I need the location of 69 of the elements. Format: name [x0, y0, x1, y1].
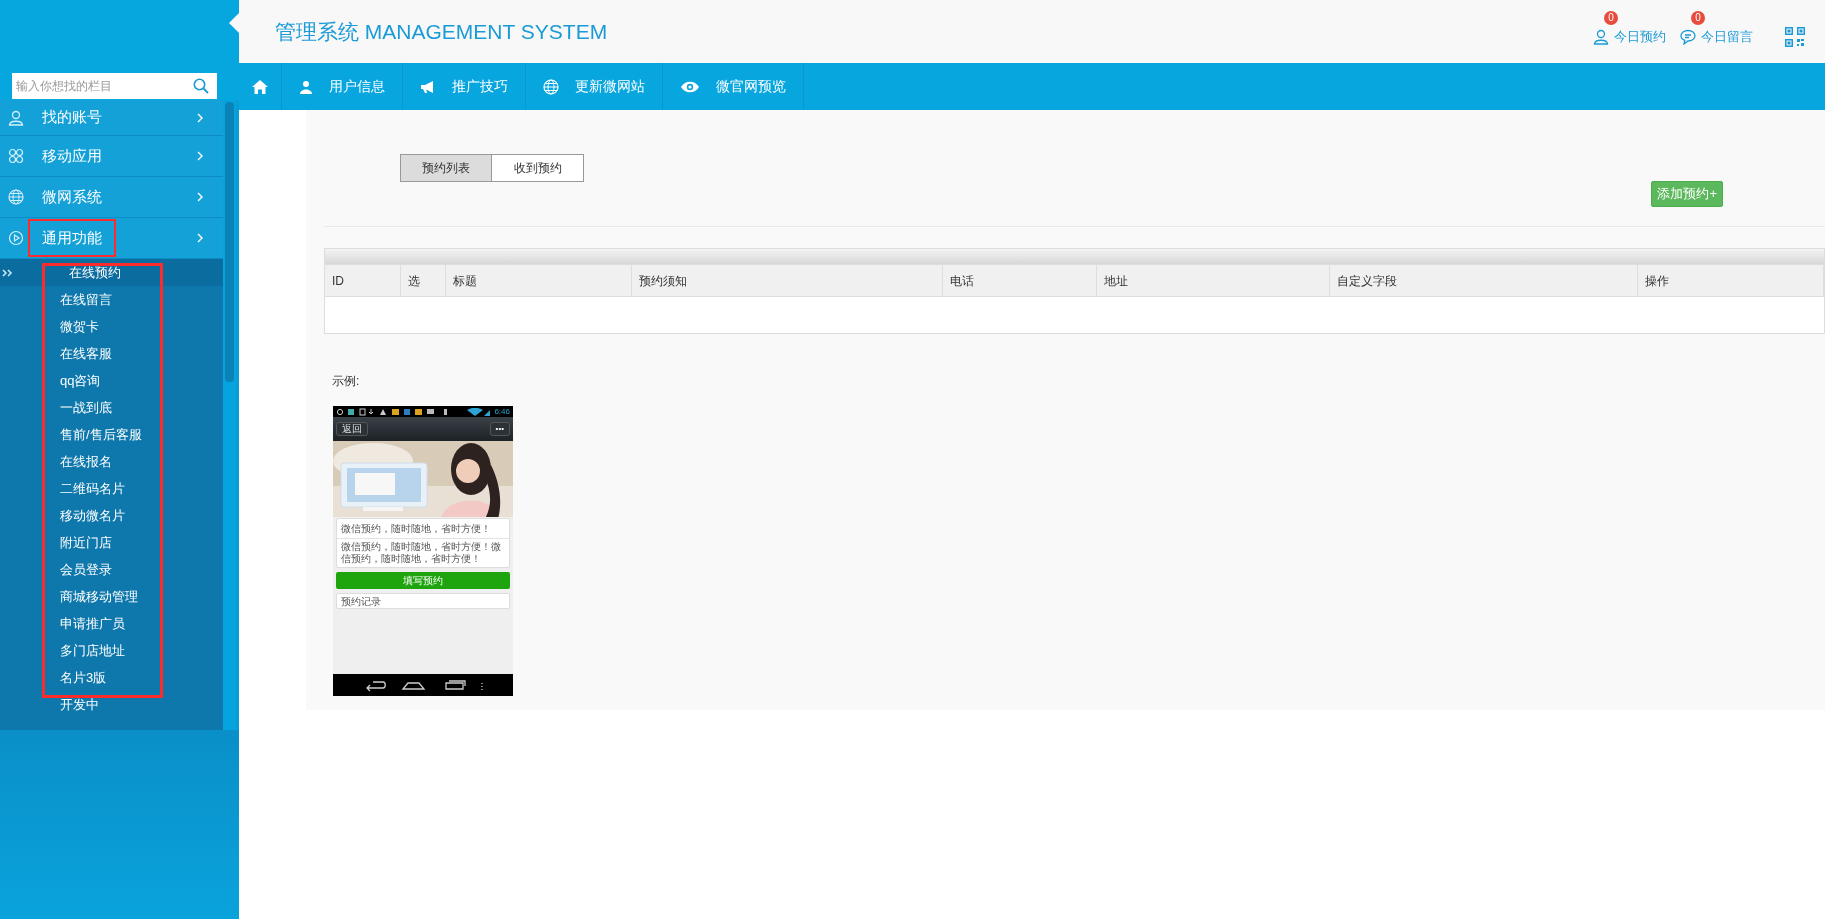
search-field[interactable]: 输入你想找的栏目 [12, 73, 217, 99]
column-header: 选 [401, 265, 447, 296]
fill-in-button[interactable]: 填写预约 [336, 572, 510, 589]
qr-code-icon [1785, 26, 1805, 47]
submenu-item[interactable]: qq咨询 [0, 367, 223, 394]
submenu-item[interactable]: 二维码名片 [0, 475, 223, 502]
globe-icon [543, 78, 559, 95]
home-icon [251, 78, 269, 95]
tab[interactable]: 收到预约 [492, 154, 584, 182]
sidebar-menu-item[interactable]: 移动应用 [0, 136, 223, 177]
menu-label: 移动应用 [41, 145, 103, 166]
count-badge: 0 [1691, 10, 1705, 25]
submenu-item[interactable]: 微贺卡 [0, 313, 223, 340]
submenu-item[interactable]: 移动微名片 [0, 502, 223, 529]
eye-icon [680, 80, 700, 93]
chevron-icon [197, 151, 203, 161]
card-description: 微信预约，随时随地，省时方便！微信预约，随时随地，省时方便！ [340, 540, 502, 566]
submenu-item[interactable]: 售前/售后客服 [0, 421, 223, 448]
submenu-item[interactable]: 在线留言 [0, 286, 223, 313]
column-header: ID [325, 265, 402, 296]
submenu-item[interactable]: 商城移动管理 [0, 583, 223, 610]
megaphone-icon [420, 79, 436, 94]
count-badge: 0 [1604, 10, 1618, 25]
example-label: 示例: [332, 373, 361, 390]
user-icon [299, 79, 313, 94]
chat-icon [1680, 28, 1696, 45]
submenu-item[interactable]: 申请推广员 [0, 610, 223, 637]
submenu-item[interactable]: 在线报名 [0, 448, 223, 475]
back-button[interactable]: 返回 [336, 422, 368, 436]
user-icon [1593, 28, 1609, 45]
chevron-icon [197, 112, 203, 123]
submenu-item[interactable]: 附近门店 [0, 529, 223, 556]
header-link[interactable]: 今日留言 [1701, 26, 1753, 47]
menu-label: 找的账号 [41, 107, 103, 128]
chevron-icon [197, 233, 203, 243]
signal-icon [466, 407, 493, 416]
column-header: 标题 [446, 265, 633, 296]
submenu-item[interactable]: 在线客服 [0, 340, 223, 367]
submenu-item[interactable]: 开发中 [0, 691, 223, 718]
column-header: 操作 [1638, 265, 1824, 296]
header-link[interactable]: 今日预约 [1614, 26, 1666, 47]
column-header: 自定义字段 [1329, 265, 1639, 296]
globe-icon [8, 189, 24, 205]
chevron-icon [197, 192, 203, 202]
status-time: 6:46 [494, 407, 510, 416]
apps-icon [8, 148, 24, 164]
app-title: 管理系统 MANAGEMENT SYSTEM [275, 18, 608, 45]
search-icon [193, 78, 209, 94]
column-header: 电话 [942, 265, 1098, 296]
tab[interactable]: 预约列表 [400, 154, 492, 182]
menu-label: 微网系统 [41, 186, 103, 207]
double-chevron-icon [2, 269, 14, 277]
add-button[interactable]: 添加预约+ [1651, 181, 1723, 207]
card-headline: 微信预约，随时随地，省时方便！ [337, 519, 509, 539]
menu-label: 通用功能 [28, 218, 116, 258]
submenu-item[interactable]: 多门店地址 [0, 637, 223, 664]
column-header: 地址 [1097, 265, 1330, 296]
sidebar-menu-item[interactable]: 找的账号 [0, 100, 223, 136]
column-header: 预约须知 [632, 265, 943, 296]
user-icon [8, 109, 24, 126]
play-icon [8, 230, 24, 246]
sidebar-menu-item[interactable]: 微网系统 [0, 177, 223, 218]
submenu-item[interactable]: 名片3版 [0, 664, 223, 691]
submenu-item[interactable]: 会员登录 [0, 556, 223, 583]
records-item[interactable]: 预约记录 [336, 593, 510, 609]
submenu-item[interactable]: 一战到底 [0, 394, 223, 421]
more-button[interactable]: ••• [489, 422, 510, 436]
scrollbar-thumb[interactable] [225, 102, 234, 382]
sidebar-menu-item[interactable]: 通用功能 [0, 218, 223, 259]
